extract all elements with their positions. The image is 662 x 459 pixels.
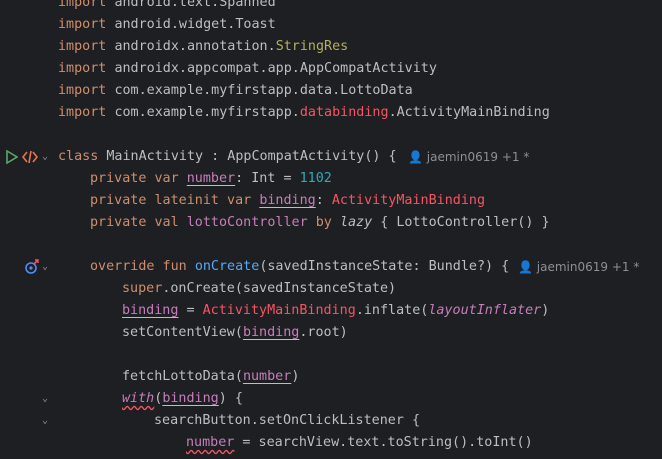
- code-line: with(binding) {: [122, 391, 243, 406]
- code-editor[interactable]: ⌄ ⌄ ⌄ ⌄ import android.text.Spanned impo…: [0, 0, 662, 459]
- code-line: super.onCreate(savedInstanceState): [122, 281, 397, 296]
- code-line: private var number: Int = 1102: [90, 171, 332, 186]
- author-inlay-hint[interactable]: 👤 jaemin0619 +1 *: [408, 146, 529, 168]
- code-line: import com.example.myfirstapp.data.Lotto…: [58, 83, 413, 98]
- code-line: import android.text.Spanned: [58, 0, 276, 10]
- code-line: setContentView(binding.root): [122, 325, 348, 340]
- author-inlay-hint[interactable]: 👤 jaemin0619 +1 *: [518, 256, 639, 278]
- code-line: searchButton.setOnClickListener {: [154, 413, 421, 428]
- code-line: private val lottoController by lazy { Lo…: [90, 215, 550, 230]
- user-icon: 👤: [408, 150, 423, 164]
- code-line: import com.example.myfirstapp.databindin…: [58, 105, 550, 120]
- code-line: binding = ActivityMainBinding.inflate(la…: [122, 303, 550, 318]
- code-line: number = searchView.text.toString().toIn…: [186, 435, 533, 450]
- code-line: import androidx.annotation.StringRes: [58, 39, 349, 54]
- code-line: private lateinit var binding: ActivityMa…: [90, 193, 486, 208]
- code-line: import androidx.appcompat.app.AppCompatA…: [58, 61, 437, 76]
- code-area[interactable]: import android.text.Spanned import andro…: [0, 0, 662, 459]
- code-line-override: override fun onCreate(savedInstanceState…: [90, 259, 510, 274]
- code-line-class: class MainActivity : AppCompatActivity()…: [58, 149, 397, 164]
- code-line: import android.widget.Toast: [58, 17, 276, 32]
- code-line: fetchLottoData(number): [122, 369, 300, 384]
- user-icon: 👤: [518, 260, 533, 274]
